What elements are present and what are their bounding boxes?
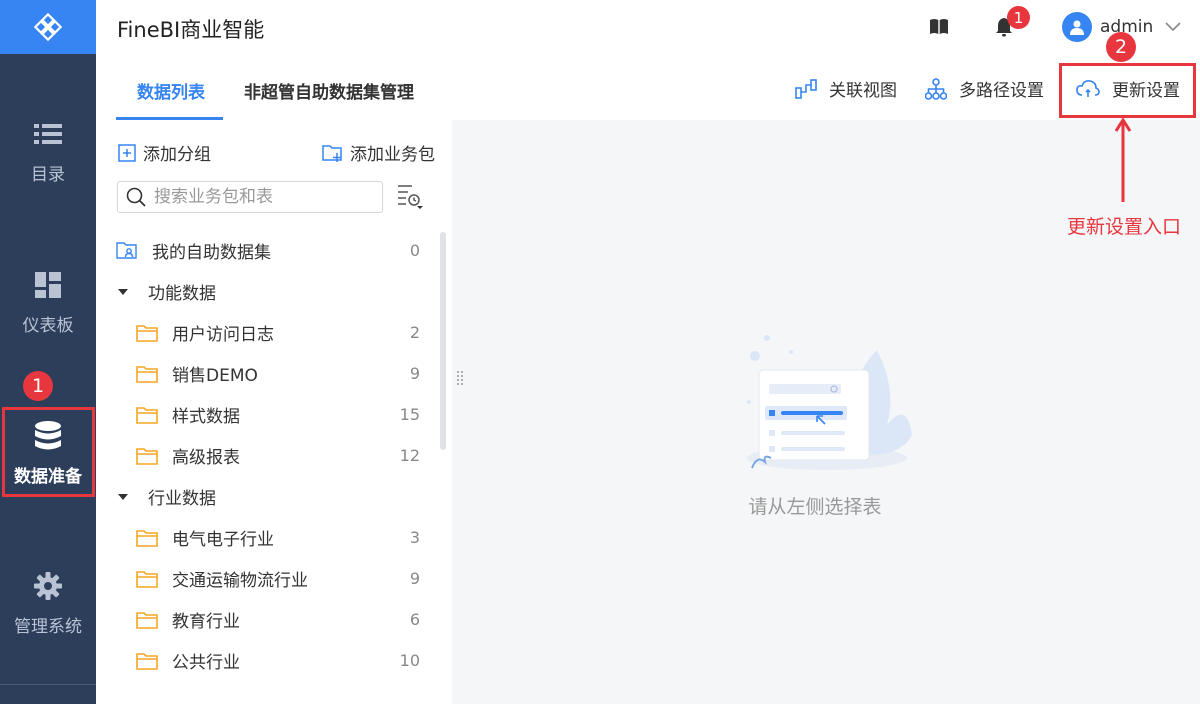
multipath-settings-label: 多路径设置 [959, 81, 1044, 101]
app-title: FineBI商业智能 [117, 18, 265, 42]
list-item-count: 10 [399, 651, 420, 670]
nav-item-catalog[interactable]: 目录 [0, 116, 96, 185]
folder-icon [136, 652, 158, 670]
gear-icon [34, 572, 62, 600]
filter-sort-icon[interactable] [396, 182, 424, 210]
list-item-label: 销售DEMO [172, 366, 258, 386]
group-label: 行业数据 [148, 489, 216, 509]
list-item[interactable]: 公共行业 10 [96, 640, 436, 681]
hierarchy-icon [925, 77, 947, 100]
folder-icon [136, 447, 158, 465]
package-list: 我的自助数据集 0 功能数据 用户访问日志 2 销售DEMO 9 样式数据 15 [96, 230, 436, 681]
group-industry-data[interactable]: 行业数据 [96, 476, 436, 517]
user-icon [1070, 20, 1084, 35]
list-item-label: 样式数据 [172, 407, 240, 427]
list-item-label: 教育行业 [172, 612, 240, 632]
list-item-count: 15 [399, 405, 420, 424]
annotation-arrow-icon [1114, 118, 1132, 202]
annotation-number-1: 1 [23, 371, 53, 401]
annotation-number-2: 2 [1106, 32, 1136, 62]
logo-icon [34, 13, 62, 41]
folder-icon [136, 611, 158, 629]
book-icon[interactable] [929, 17, 949, 37]
list-item[interactable]: 交通运输物流行业 9 [96, 558, 436, 599]
header: FineBI商业智能 1 admin [96, 0, 1200, 54]
list-item-count: 3 [409, 528, 420, 547]
nav-label-dashboard: 仪表板 [22, 316, 74, 336]
data-list-panel: 添加分组 添加业务包 搜索业务包和表 我的自助数据集 0 功能数据 用户访问日志… [96, 120, 452, 704]
nav-label-catalog: 目录 [31, 165, 65, 185]
relation-view-icon [795, 78, 817, 99]
list-item[interactable]: 电气电子行业 3 [96, 517, 436, 558]
list-item-label: 电气电子行业 [172, 530, 274, 550]
empty-state-text: 请从左侧选择表 [748, 496, 882, 518]
search-box[interactable] [117, 181, 383, 213]
folder-icon [136, 529, 158, 547]
list-item[interactable]: 教育行业 6 [96, 599, 436, 640]
folder-icon [136, 570, 158, 588]
list-item-my-dataset[interactable]: 我的自助数据集 0 [96, 230, 436, 271]
list-item-label: 交通运输物流行业 [172, 571, 308, 591]
list-item[interactable]: 样式数据 15 [96, 394, 436, 435]
annotation-box-update-settings [1059, 63, 1196, 118]
folder-icon [136, 406, 158, 424]
self-dataset-icon [116, 241, 137, 259]
list-icon [34, 124, 62, 144]
folder-icon [136, 365, 158, 383]
list-item-label: 用户访问日志 [172, 325, 274, 345]
list-item-label: 公共行业 [172, 653, 240, 673]
tab-data-list[interactable]: 数据列表 [137, 78, 205, 103]
search-input[interactable] [154, 187, 374, 207]
nav-label-admin: 管理系统 [14, 617, 82, 637]
nav-item-admin[interactable]: 管理系统 [0, 568, 96, 637]
app-window: 目录 仪表板 数据准备 管理系统 FineBI商业智能 1 admin 数据列表… [0, 0, 1200, 704]
list-item-label: 高级报表 [172, 448, 240, 468]
chevron-down-icon [1165, 22, 1181, 32]
notification-badge: 1 [1007, 6, 1030, 29]
group-label: 功能数据 [148, 284, 216, 304]
relation-view-label: 关联视图 [829, 81, 897, 101]
avatar [1062, 12, 1092, 42]
list-scrollbar[interactable] [440, 232, 446, 450]
empty-state-illustration [747, 335, 912, 470]
add-package-icon [322, 144, 342, 162]
relation-view-button[interactable]: 关联视图 [795, 76, 897, 101]
add-group-button[interactable]: 添加分组 [117, 140, 211, 165]
resize-handle-icon[interactable] [456, 370, 464, 386]
tab-bar: 数据列表 非超管自助数据集管理 [96, 54, 452, 120]
list-item-count: 9 [409, 569, 420, 588]
logo[interactable] [0, 0, 96, 54]
list-item-count: 0 [409, 241, 420, 260]
add-group-label: 添加分组 [143, 145, 211, 165]
caret-down-icon[interactable] [118, 288, 128, 295]
list-item-label: 我的自助数据集 [152, 243, 271, 263]
nav-divider [0, 684, 96, 685]
annotation-box-data-prep [2, 407, 95, 497]
list-item-count: 12 [399, 446, 420, 465]
list-item-count: 2 [409, 323, 420, 342]
search-icon [126, 187, 146, 207]
annotation-label: 更新设置入口 [1067, 216, 1182, 238]
list-item-count: 9 [409, 364, 420, 383]
list-item[interactable]: 高级报表 12 [96, 435, 436, 476]
caret-down-icon[interactable] [118, 493, 128, 500]
add-package-button[interactable]: 添加业务包 [322, 140, 435, 165]
tab-self-service-mgmt[interactable]: 非超管自助数据集管理 [244, 78, 414, 103]
list-item[interactable]: 用户访问日志 2 [96, 312, 436, 353]
nav-item-dashboard[interactable]: 仪表板 [0, 267, 96, 336]
list-item-count: 6 [409, 610, 420, 629]
multipath-settings-button[interactable]: 多路径设置 [925, 76, 1044, 101]
left-nav: 目录 仪表板 数据准备 管理系统 [0, 0, 96, 704]
folder-icon [136, 324, 158, 342]
list-item[interactable]: 销售DEMO 9 [96, 353, 436, 394]
group-function-data[interactable]: 功能数据 [96, 271, 436, 312]
dashboard-icon [35, 272, 61, 298]
add-group-icon [118, 143, 136, 162]
add-package-label: 添加业务包 [350, 145, 435, 165]
